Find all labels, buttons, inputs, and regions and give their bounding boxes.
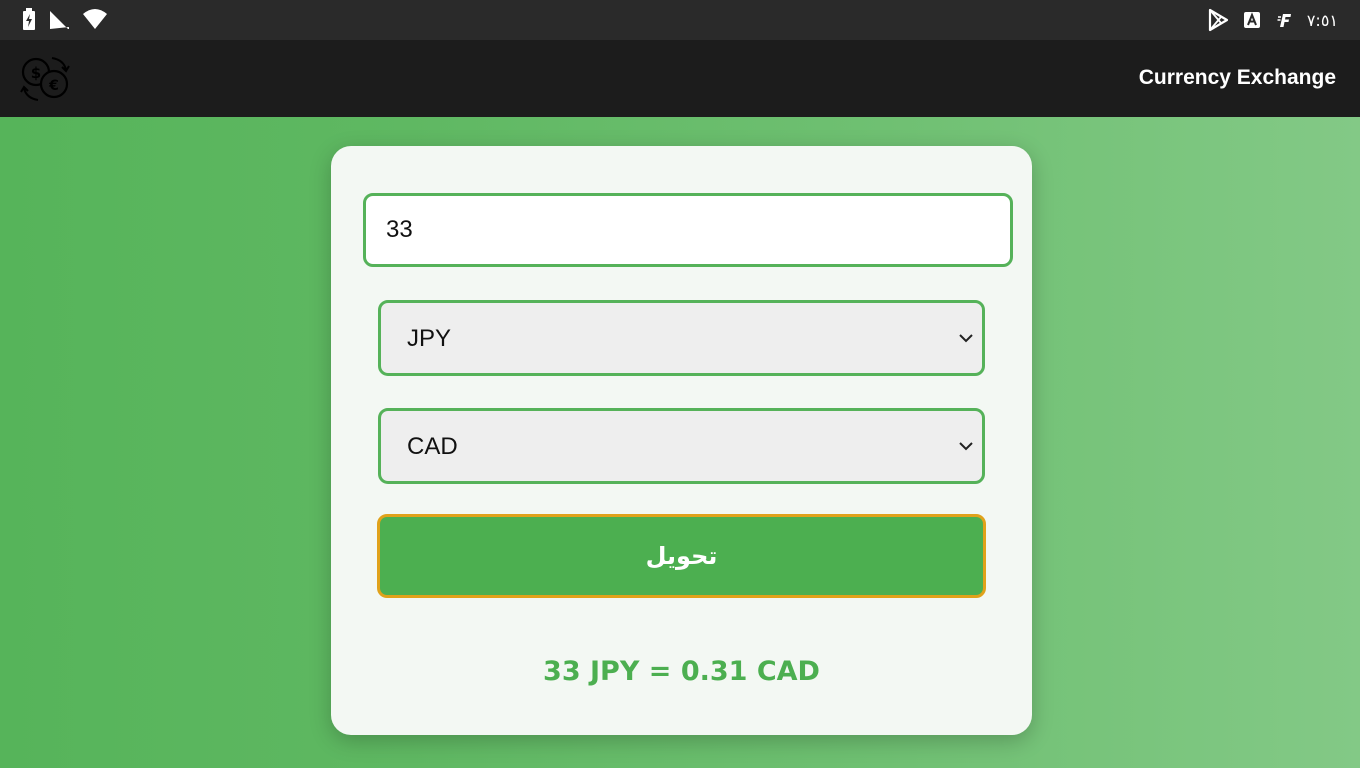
status-right-icons: ٧:٥١ xyxy=(1207,8,1338,32)
from-currency-value: JPY xyxy=(407,325,452,352)
app-bar: $ € Currency Exchange xyxy=(0,40,1360,117)
battery-charging-icon xyxy=(22,8,36,30)
currency-exchange-icon: $ € xyxy=(18,54,72,104)
convert-button[interactable]: تحويل xyxy=(377,514,986,598)
svg-text:€: € xyxy=(48,78,59,94)
chevron-down-icon xyxy=(958,331,974,345)
svg-text:$: $ xyxy=(31,64,41,82)
font-icon xyxy=(1275,11,1293,29)
convert-button-label: تحويل xyxy=(645,542,718,570)
status-left-icons xyxy=(22,8,108,30)
keyboard-a-icon xyxy=(1243,11,1261,29)
converter-card: JPY CAD تحويل 33 JPY = 0.31 CAD xyxy=(331,146,1032,735)
play-store-icon xyxy=(1207,8,1229,32)
status-bar: ٧:٥١ xyxy=(0,0,1360,40)
status-time: ٧:٥١ xyxy=(1306,10,1338,30)
wifi-icon xyxy=(82,8,108,30)
conversion-result: 33 JPY = 0.31 CAD xyxy=(543,656,820,687)
main-area: JPY CAD تحويل 33 JPY = 0.31 CAD xyxy=(0,117,1360,768)
app-title: Currency Exchange xyxy=(1138,66,1336,89)
to-currency-select[interactable]: CAD xyxy=(378,408,985,484)
amount-input[interactable] xyxy=(363,193,1013,267)
from-currency-select[interactable]: JPY xyxy=(378,300,985,376)
signal-icon xyxy=(48,8,70,30)
to-currency-value: CAD xyxy=(407,433,458,460)
chevron-down-icon xyxy=(958,439,974,453)
